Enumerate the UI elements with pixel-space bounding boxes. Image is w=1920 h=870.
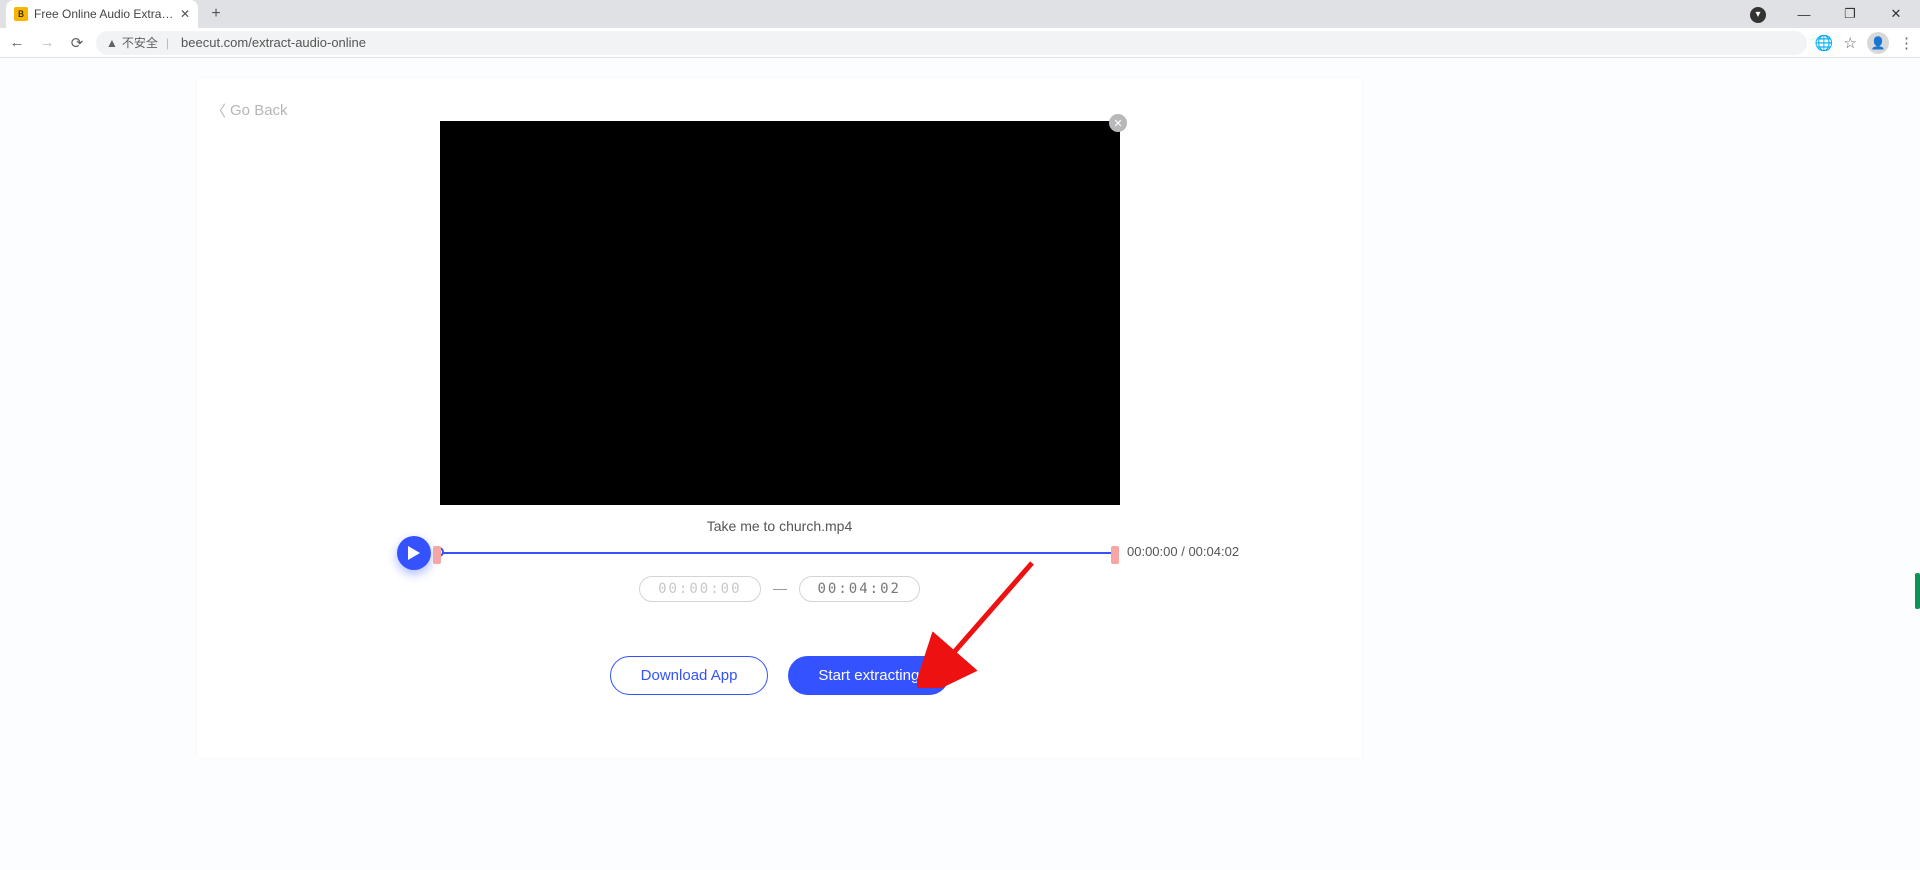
time-range-inputs: 00:00:00 00:04:02 [197,576,1362,602]
time-current: 00:00:00 [1127,544,1178,559]
go-back-label: Go Back [230,102,288,119]
timeline-track[interactable] [435,552,1115,554]
time-display: 00:00:00 / 00:04:02 [1127,544,1239,559]
start-extracting-button[interactable]: Start extracting [788,656,949,695]
start-time-input[interactable]: 00:00:00 [639,576,760,602]
timeline: 00:00:00 / 00:04:02 [397,536,1292,572]
trim-handle-start[interactable] [433,546,441,564]
account-icon[interactable]: ▾ [1740,5,1776,23]
nav-forward-button[interactable]: → [36,34,58,51]
end-time-input[interactable]: 00:04:02 [799,576,920,602]
time-total: 00:04:02 [1188,544,1239,559]
url-text: beecut.com/extract-audio-online [181,35,366,50]
tab-strip: B Free Online Audio Extractor - E ✕ + ▾ … [0,0,1920,28]
scroll-indicator[interactable] [1915,573,1920,609]
toolbar-right: 🌐 ☆ 👤 ⋮ [1815,32,1914,54]
tab-favicon: B [14,7,28,21]
chevron-left-icon: 〈 [211,100,226,121]
download-app-button[interactable]: Download App [610,656,769,695]
browser-chrome: B Free Online Audio Extractor - E ✕ + ▾ … [0,0,1920,58]
page-body: 〈 Go Back ✕ Take me to church.mp4 00:00:… [0,58,1920,870]
new-tab-button[interactable]: + [204,2,228,26]
url-field[interactable]: ▲ 不安全 | beecut.com/extract-audio-online [96,31,1807,55]
trim-handle-end[interactable] [1111,546,1119,564]
minimize-button[interactable]: — [1786,7,1822,22]
star-icon[interactable]: ☆ [1844,34,1857,52]
time-separator: / [1178,544,1189,559]
video-preview[interactable]: ✕ [440,121,1120,505]
close-icon[interactable]: ✕ [1109,114,1127,132]
maximize-button[interactable]: ❐ [1832,6,1868,22]
play-icon [408,546,420,560]
address-bar: ← → ⟳ ▲ 不安全 | beecut.com/extract-audio-o… [0,28,1920,58]
browser-tab[interactable]: B Free Online Audio Extractor - E ✕ [6,0,198,28]
file-name: Take me to church.mp4 [197,518,1362,534]
range-dash [773,589,787,590]
nav-reload-button[interactable]: ⟳ [66,34,88,52]
menu-icon[interactable]: ⋮ [1899,34,1914,52]
warning-icon: ▲ [106,36,118,50]
profile-avatar[interactable]: 👤 [1867,32,1889,54]
tab-title: Free Online Audio Extractor - E [34,7,174,21]
go-back-button[interactable]: 〈 Go Back [211,100,288,121]
tab-close-icon[interactable]: ✕ [180,7,190,21]
translate-icon[interactable]: 🌐 [1815,34,1834,52]
play-button[interactable] [397,536,431,570]
action-buttons: Download App Start extracting [197,656,1362,695]
nav-back-button[interactable]: ← [6,34,28,51]
window-controls: ▾ — ❐ ✕ [1740,0,1914,28]
divider: | [166,36,169,50]
security-indicator[interactable]: ▲ 不安全 | [106,34,173,51]
editor-card: 〈 Go Back ✕ Take me to church.mp4 00:00:… [197,78,1362,758]
security-text: 不安全 [122,34,158,51]
close-window-button[interactable]: ✕ [1878,6,1914,22]
